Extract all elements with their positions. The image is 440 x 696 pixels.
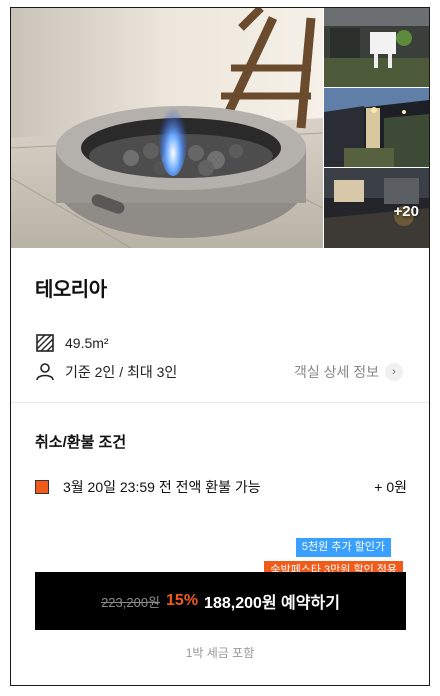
hatched-square-icon bbox=[35, 333, 55, 353]
room-title: 테오리아 bbox=[35, 279, 107, 301]
person-icon bbox=[35, 362, 55, 382]
room-capacity-value: 기준 2인 / 최대 3인 bbox=[65, 364, 178, 380]
extra-discount-badge: 5천원 추가 할인가 bbox=[295, 538, 391, 557]
original-price: 223,200원 bbox=[101, 594, 161, 610]
night-garden-photo bbox=[324, 88, 429, 167]
refund-status-marker bbox=[35, 480, 49, 494]
room-card: +20 테오리아 49.5m² 기준 2인 / 최대 3인 객실 상세 정보 › bbox=[10, 7, 430, 686]
chevron-right-icon: › bbox=[385, 363, 403, 381]
refund-fee: + 0원 bbox=[374, 479, 407, 495]
fire-pit-photo bbox=[11, 8, 323, 248]
thumbnail-1[interactable] bbox=[324, 8, 429, 87]
main-photo[interactable] bbox=[11, 8, 323, 248]
photo-gallery: +20 bbox=[11, 8, 429, 248]
section-divider bbox=[11, 402, 429, 403]
discount-rate: 15% bbox=[166, 592, 199, 609]
refund-rule: 3월 20일 23:59 전 전액 환불 가능 bbox=[63, 479, 261, 495]
thumbnail-3[interactable]: +20 bbox=[324, 168, 429, 248]
room-area-value: 49.5m² bbox=[65, 335, 109, 351]
room-area: 49.5m² bbox=[35, 333, 109, 353]
courtyard-photo bbox=[324, 8, 429, 87]
tax-note: 1박 세금 포함 bbox=[185, 646, 255, 660]
room-detail-label: 객실 상세 정보 bbox=[293, 364, 379, 380]
refund-policy-title: 취소/환불 조건 bbox=[35, 434, 127, 451]
book-button-label: 188,200원 예약하기 bbox=[204, 595, 340, 612]
thumbnail-2[interactable] bbox=[324, 88, 429, 167]
book-button[interactable]: 223,200원 15% 188,200원 예약하기 bbox=[35, 572, 406, 630]
refund-policy-row: 3월 20일 23:59 전 전액 환불 가능 + 0원 bbox=[35, 477, 407, 497]
room-detail-link[interactable]: 객실 상세 정보 › bbox=[294, 362, 403, 382]
more-photos-count[interactable]: +20 bbox=[394, 203, 419, 220]
room-capacity: 기준 2인 / 최대 3인 bbox=[35, 362, 177, 382]
